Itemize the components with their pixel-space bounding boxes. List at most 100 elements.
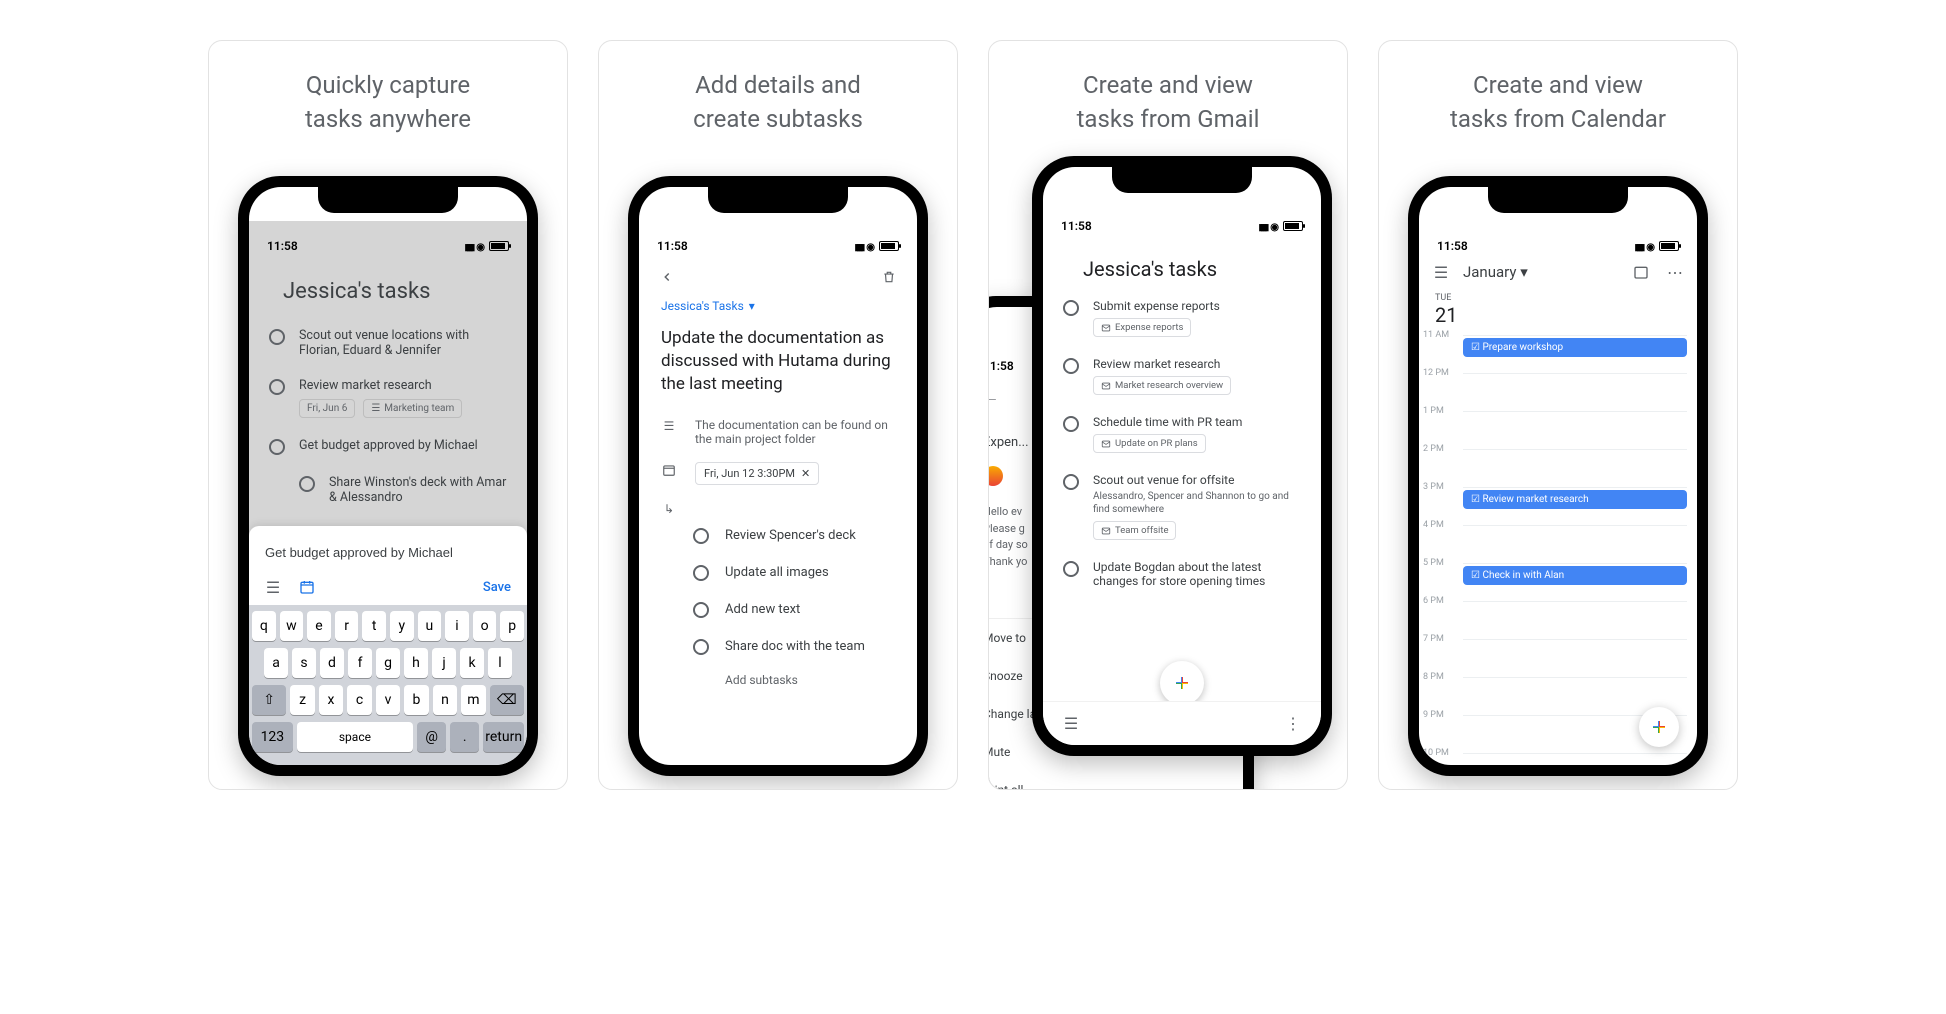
- email-chip[interactable]: Market research overview: [1093, 376, 1231, 395]
- key[interactable]: m: [461, 685, 485, 715]
- status-bar: 11:58: [1043, 201, 1321, 235]
- task-row[interactable]: Share Winston's deck with Amar & Alessan…: [299, 465, 507, 515]
- key[interactable]: y: [390, 611, 414, 641]
- key[interactable]: p: [500, 611, 524, 641]
- panel-capture-tasks: Quickly capturetasks anywhere 11:58 Jess…: [208, 40, 568, 790]
- menu-icon[interactable]: ☰: [1433, 264, 1449, 280]
- key[interactable]: i: [445, 611, 469, 641]
- subtask-row[interactable]: Share doc with the team: [639, 628, 917, 665]
- hour-row[interactable]: 2 PM: [1463, 449, 1687, 487]
- key[interactable]: e: [307, 611, 331, 641]
- key[interactable]: j: [432, 648, 456, 678]
- key[interactable]: return: [483, 722, 524, 752]
- key[interactable]: 123: [252, 722, 293, 752]
- hour-row[interactable]: 5 PM☑ Check in with Alan: [1463, 563, 1687, 601]
- back-icon[interactable]: ←: [988, 389, 999, 405]
- app-store-screenshots: Quickly capturetasks anywhere 11:58 Jess…: [0, 0, 1946, 830]
- clear-date-icon[interactable]: ✕: [801, 467, 810, 480]
- key[interactable]: r: [335, 611, 359, 641]
- add-subtask-button[interactable]: Add subtasks: [639, 665, 917, 695]
- keyboard[interactable]: qwertyuiop asdfghjkl ⇧zxcvbnm⌫ 123space@…: [249, 605, 527, 765]
- delete-icon[interactable]: [881, 269, 897, 285]
- calendar-event[interactable]: ☑ Check in with Alan: [1463, 566, 1687, 585]
- key[interactable]: a: [264, 648, 288, 678]
- menu-icon[interactable]: ☰: [1063, 716, 1079, 732]
- task-row[interactable]: Scout out venue for offsiteAlessandro, S…: [1043, 463, 1321, 550]
- hour-row[interactable]: 10 PM: [1463, 753, 1687, 765]
- month-selector[interactable]: January ▾: [1463, 263, 1528, 281]
- subtask-row[interactable]: Update all images: [639, 554, 917, 591]
- caption: Add details andcreate subtasks: [673, 41, 883, 156]
- phone-frame: 11:58 ☰ January ▾ ⋯: [1408, 176, 1708, 776]
- subtask-arrow-icon: ↳: [661, 501, 677, 517]
- more-icon[interactable]: ⋮: [1285, 716, 1301, 732]
- more-icon[interactable]: ⋯: [1667, 264, 1683, 280]
- date-chip[interactable]: Fri, Jun 12 3:30PM ✕: [695, 462, 819, 485]
- team-chip[interactable]: ☰ Marketing team: [363, 399, 462, 418]
- key[interactable]: ⇧: [252, 685, 286, 715]
- calendar-event[interactable]: ☑ Prepare workshop: [1463, 338, 1687, 357]
- task-row[interactable]: Update Bogdan about the latest changes f…: [1043, 550, 1321, 598]
- add-task-fab[interactable]: [1160, 661, 1204, 705]
- today-icon[interactable]: [1633, 264, 1649, 280]
- key[interactable]: o: [473, 611, 497, 641]
- key[interactable]: b: [404, 685, 428, 715]
- task-row[interactable]: Schedule time with PR teamUpdate on PR p…: [1043, 405, 1321, 463]
- status-bar: 11:58: [249, 221, 527, 255]
- menu-item[interactable]: Print all: [988, 771, 1243, 790]
- list-selector[interactable]: Jessica's Tasks▾: [639, 289, 917, 323]
- task-row[interactable]: Submit expense reportsExpense reports: [1043, 289, 1321, 347]
- key[interactable]: f: [348, 648, 372, 678]
- key[interactable]: .: [450, 722, 479, 752]
- key[interactable]: ⌫: [490, 685, 524, 715]
- hour-row[interactable]: 4 PM: [1463, 525, 1687, 563]
- caption: Quickly capturetasks anywhere: [285, 41, 491, 156]
- status-time: 11:58: [657, 239, 688, 253]
- panel-subtasks: Add details andcreate subtasks 11:58: [598, 40, 958, 790]
- key[interactable]: s: [292, 648, 316, 678]
- key[interactable]: space: [297, 722, 413, 752]
- email-chip[interactable]: Team offsite: [1093, 521, 1176, 540]
- hour-row[interactable]: 11 AM☑ Prepare workshop: [1463, 335, 1687, 373]
- calendar-icon[interactable]: [299, 579, 315, 595]
- status-time: 11:58: [267, 239, 298, 253]
- key[interactable]: u: [418, 611, 442, 641]
- key[interactable]: q: [252, 611, 276, 641]
- task-row[interactable]: Review market research Fri, Jun 6 ☰ Mark…: [269, 368, 507, 428]
- key[interactable]: g: [376, 648, 400, 678]
- task-row[interactable]: Review market researchMarket research ov…: [1043, 347, 1321, 405]
- key[interactable]: @: [417, 722, 446, 752]
- subtask-row[interactable]: Review Spencer's deck: [639, 517, 917, 554]
- task-notes[interactable]: The documentation can be found on the ma…: [695, 418, 895, 446]
- key[interactable]: d: [320, 648, 344, 678]
- key[interactable]: l: [488, 648, 512, 678]
- key[interactable]: k: [460, 648, 484, 678]
- hour-row[interactable]: 3 PM☑ Review market research: [1463, 487, 1687, 525]
- task-row[interactable]: Scout out venue locations with Florian, …: [269, 318, 507, 368]
- hour-row[interactable]: 1 PM: [1463, 411, 1687, 449]
- key[interactable]: v: [376, 685, 400, 715]
- details-icon[interactable]: ☰: [265, 579, 281, 595]
- date-chip[interactable]: Fri, Jun 6: [299, 399, 355, 418]
- key[interactable]: h: [404, 648, 428, 678]
- back-icon[interactable]: [659, 269, 675, 285]
- key[interactable]: c: [347, 685, 371, 715]
- hour-row[interactable]: 7 PM: [1463, 639, 1687, 677]
- hour-row[interactable]: 12 PM: [1463, 373, 1687, 411]
- key[interactable]: z: [290, 685, 314, 715]
- subtask-row[interactable]: Add new text: [639, 591, 917, 628]
- key[interactable]: t: [362, 611, 386, 641]
- key[interactable]: n: [433, 685, 457, 715]
- save-button[interactable]: Save: [483, 580, 511, 595]
- task-row[interactable]: Get budget approved by Michael: [269, 428, 507, 465]
- add-event-fab[interactable]: [1639, 707, 1679, 747]
- calendar-event[interactable]: ☑ Review market research: [1463, 490, 1687, 509]
- hour-row[interactable]: 6 PM: [1463, 601, 1687, 639]
- task-title[interactable]: Update the documentation as discussed wi…: [639, 323, 917, 410]
- key[interactable]: x: [319, 685, 343, 715]
- new-task-input[interactable]: [265, 545, 511, 560]
- caption: Create and viewtasks from Gmail: [1057, 41, 1280, 156]
- key[interactable]: w: [280, 611, 304, 641]
- email-chip[interactable]: Expense reports: [1093, 318, 1191, 337]
- email-chip[interactable]: Update on PR plans: [1093, 434, 1206, 453]
